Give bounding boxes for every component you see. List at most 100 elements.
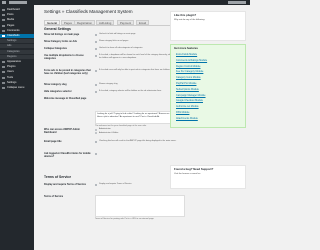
menu-item-label: Pages bbox=[7, 23, 15, 27]
menu-item-ads[interactable]: Ads bbox=[0, 44, 34, 49]
menu-item-users[interactable]: Users bbox=[0, 70, 34, 74]
setting-checkbox[interactable] bbox=[95, 40, 97, 43]
menu-item-label: Media bbox=[7, 18, 15, 22]
module-link[interactable]: Attachments Module bbox=[176, 117, 198, 120]
menu-item-settings[interactable]: Settings bbox=[0, 81, 34, 85]
menu-item-label: Ads bbox=[7, 44, 12, 48]
menu-icon bbox=[2, 35, 5, 37]
like-plugin-text: Why not do any of the following: bbox=[174, 19, 206, 21]
email-page-label: Email page title bbox=[44, 140, 62, 143]
menu-icon bbox=[2, 24, 5, 27]
menu-item-label: Collapse menu bbox=[7, 86, 25, 89]
page-title: Settings » Classifieds Management System bbox=[44, 9, 133, 14]
menu-item-dashboard[interactable]: Dashboard bbox=[0, 8, 34, 12]
tos-section-title: Terms of Service bbox=[44, 175, 72, 179]
email-page-checkbox[interactable] bbox=[95, 140, 97, 143]
menu-item-settings[interactable]: Settings bbox=[0, 39, 34, 44]
module-link[interactable]: PayPal Pro Module bbox=[176, 82, 196, 85]
wordpress-logo-icon[interactable] bbox=[2, 1, 6, 4]
setting-label: Show Category Links on Ads bbox=[44, 40, 77, 43]
menu-item-label: Regions bbox=[7, 54, 17, 58]
menu-icon bbox=[2, 19, 5, 22]
setting-label: Show category slug bbox=[44, 83, 67, 86]
tos-display-label: Display and require Terms of Service bbox=[44, 183, 86, 186]
email-page-desc: Checking this box will result in the AWP… bbox=[99, 140, 177, 142]
menu-icon bbox=[2, 29, 5, 32]
module-link[interactable]: Extra Fields Module bbox=[176, 53, 197, 56]
menu-item-label: Settings bbox=[7, 39, 17, 43]
admin-access-radio-admin[interactable] bbox=[95, 128, 97, 131]
module-link[interactable]: Region Control Module bbox=[176, 65, 200, 68]
setting-label: Use multiple dropdowns to choose categor… bbox=[44, 54, 84, 60]
menu-item-media[interactable]: Media bbox=[0, 18, 34, 22]
menu-item-posts[interactable]: Posts bbox=[0, 13, 34, 17]
setting-checkbox[interactable] bbox=[95, 69, 97, 72]
menu-item-appearance[interactable]: Appearance bbox=[0, 60, 34, 64]
support-text: Visit the forums or email us. bbox=[174, 173, 201, 175]
menu-item-label: Settings bbox=[7, 80, 17, 84]
module-link[interactable]: Category Icons Module bbox=[176, 76, 201, 79]
login-required-label: Ask logged-in ClassiDot items for mobile… bbox=[44, 152, 91, 158]
menu-icon bbox=[2, 66, 5, 69]
setting-label: Welcome message in Classified page bbox=[44, 97, 87, 100]
menu-item-label: Comments bbox=[7, 28, 20, 32]
menu-item-label: Dashboard bbox=[7, 8, 20, 11]
menu-item-pages[interactable]: Pages bbox=[0, 24, 34, 28]
login-required-checkbox[interactable] bbox=[95, 152, 97, 155]
admin-access-radio-editor[interactable] bbox=[95, 132, 97, 134]
admin-access-option-admin: Administrator bbox=[99, 128, 111, 130]
module-link[interactable]: Fee Per Category Module bbox=[176, 70, 203, 73]
tos-text-label: Terms of Service bbox=[44, 195, 64, 198]
menu-icon bbox=[2, 61, 5, 63]
menu-item-tools[interactable]: Tools bbox=[0, 76, 34, 80]
setting-label: Force ads to be posted in categories tha… bbox=[44, 69, 91, 75]
module-link[interactable]: Authorize.net Module bbox=[176, 105, 199, 108]
menu-item-categories[interactable]: Categories bbox=[0, 49, 34, 54]
admin-bar-site-link[interactable] bbox=[9, 1, 27, 4]
menu-item-comments[interactable]: Comments bbox=[0, 29, 34, 33]
menu-icon bbox=[2, 9, 5, 11]
module-link[interactable]: Google Checkout Module bbox=[176, 99, 203, 102]
section-title: General Settings bbox=[44, 27, 71, 31]
menu-item-plugins[interactable]: Plugins bbox=[0, 65, 34, 69]
login-required-row: Ask logged-in ClassiDot items for mobile… bbox=[44, 152, 194, 160]
setting-label: Hide categories selector bbox=[44, 90, 72, 93]
menu-item-label: Tools bbox=[7, 75, 14, 79]
module-link[interactable]: Subscriptions Module bbox=[176, 88, 199, 91]
setting-checkbox[interactable] bbox=[95, 83, 97, 86]
menu-item-collapse-menu[interactable]: Collapse menu bbox=[0, 86, 34, 90]
setting-checkbox[interactable] bbox=[95, 90, 97, 93]
admin-access-label: Who can access AWPCP Admin Dashboard bbox=[44, 128, 80, 134]
menu-item-regions[interactable]: Regions bbox=[0, 54, 34, 59]
menu-item-classifieds[interactable]: Classifieds bbox=[0, 34, 34, 38]
email-page-row: Email page title Checking this box will … bbox=[44, 140, 194, 148]
menu-item-label: Plugins bbox=[7, 65, 16, 69]
module-link[interactable]: RSS Module bbox=[176, 111, 189, 114]
support-box: Found a bug? Need Support? Visit the for… bbox=[170, 165, 246, 189]
menu-icon bbox=[2, 81, 5, 84]
menu-item-label: Classifieds bbox=[7, 34, 20, 37]
like-plugin-title: Like this plugin? bbox=[174, 13, 197, 17]
module-link[interactable]: Campaign Manager Module bbox=[176, 94, 206, 97]
menu-item-label: Users bbox=[7, 70, 14, 74]
tos-text-row: Terms of Service Terms of Service for po… bbox=[44, 195, 194, 235]
setting-checkbox[interactable] bbox=[95, 47, 97, 50]
setting-label: Collapse Categories bbox=[44, 47, 67, 50]
menu-item-label: Posts bbox=[7, 13, 14, 17]
admin-sidebar-menu: Dashboard Posts Media Pages Comments Classifi… bbox=[0, 5, 34, 250]
menu-item-label: Categories bbox=[7, 49, 20, 53]
like-plugin-box: Like this plugin? Why not do any of the … bbox=[170, 11, 246, 41]
setting-checkbox[interactable] bbox=[95, 54, 97, 57]
menu-icon bbox=[2, 71, 5, 74]
support-title: Found a bug? Need Support? bbox=[174, 167, 214, 171]
get-more-features-title: Get more features bbox=[174, 46, 198, 50]
tos-display-checkbox[interactable] bbox=[95, 183, 97, 186]
admin-access-option-editor: Administrator & Editor bbox=[99, 131, 119, 134]
tos-note: Terms of Service for posting ads. Put in… bbox=[95, 218, 155, 220]
setting-checkbox[interactable] bbox=[95, 33, 97, 36]
module-link[interactable]: Comments & Ratings Module bbox=[176, 59, 207, 62]
menu-icon bbox=[2, 87, 5, 89]
admin-bar-account[interactable] bbox=[228, 1, 246, 4]
get-more-features-box: Get more features Extra Fields Module Com… bbox=[170, 44, 246, 128]
tos-textarea[interactable] bbox=[95, 195, 185, 217]
